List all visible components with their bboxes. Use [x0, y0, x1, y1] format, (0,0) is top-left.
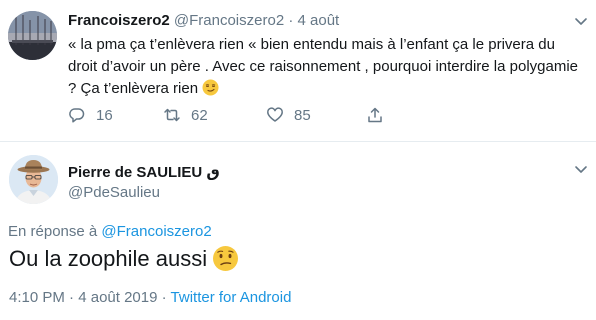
tweet-source[interactable]: Twitter for Android	[171, 289, 292, 306]
parent-tweet-date[interactable]: 4 août	[298, 12, 340, 29]
retweet-count: 62	[191, 106, 208, 124]
parent-author-avatar[interactable]	[8, 11, 57, 60]
heart-icon	[267, 107, 283, 122]
reply-count: 16	[96, 106, 113, 124]
reply-context: En réponse à @Francoiszero2	[8, 223, 212, 240]
share-button[interactable]	[366, 104, 394, 126]
share-icon	[368, 107, 382, 123]
main-author-name-line: Pierre de SAULIEU ٯ	[68, 163, 220, 181]
retweet-icon	[164, 108, 180, 122]
reply-icon	[69, 108, 85, 123]
tweet-time[interactable]: 4:10 PM	[9, 289, 65, 306]
parent-tweet-text: « la pma ça t’enlèvera rien « bien enten…	[68, 34, 586, 100]
main-author-avatar[interactable]	[9, 155, 58, 204]
meta-separator-2: ·	[161, 289, 167, 306]
like-count: 85	[294, 106, 311, 124]
parent-more-chevron-icon[interactable]	[574, 14, 588, 28]
parent-author-name[interactable]: Francoiszero2	[68, 12, 170, 29]
smirking-face-icon	[202, 79, 219, 96]
tweet-date[interactable]: 4 août 2019	[78, 289, 157, 306]
like-button[interactable]: 85	[266, 104, 311, 126]
tweet-divider	[0, 141, 596, 142]
retweet-button[interactable]: 62	[163, 104, 208, 126]
confused-face-icon	[212, 245, 239, 272]
reply-to-link[interactable]: @Francoiszero2	[101, 223, 211, 240]
parent-tweet-header: Francoiszero2 @Francoiszero2 · 4 août	[68, 12, 339, 29]
main-author-handle[interactable]: @PdeSaulieu	[68, 184, 160, 201]
reply-prefix: En réponse à	[8, 223, 98, 240]
meta-separator: ·	[69, 289, 75, 306]
main-tweet-text-content: Ou la zoophile aussi	[9, 246, 208, 271]
parent-tweet-actions: 16 62 85	[68, 104, 398, 126]
main-tweet-text: Ou la zoophile aussi	[9, 244, 239, 274]
main-more-chevron-icon[interactable]	[574, 162, 588, 176]
tweet-meta: 4:10 PM · 4 août 2019 · Twitter for Andr…	[9, 289, 291, 306]
name-badge: ٯ	[206, 164, 220, 181]
reply-button[interactable]: 16	[68, 104, 113, 126]
parent-author-handle[interactable]: @Francoiszero2	[174, 12, 284, 29]
main-author-name[interactable]: Pierre de SAULIEU	[68, 164, 202, 181]
parent-tweet-text-content: « la pma ça t’enlèvera rien « bien enten…	[68, 36, 579, 97]
parent-header-separator: ·	[288, 12, 294, 29]
